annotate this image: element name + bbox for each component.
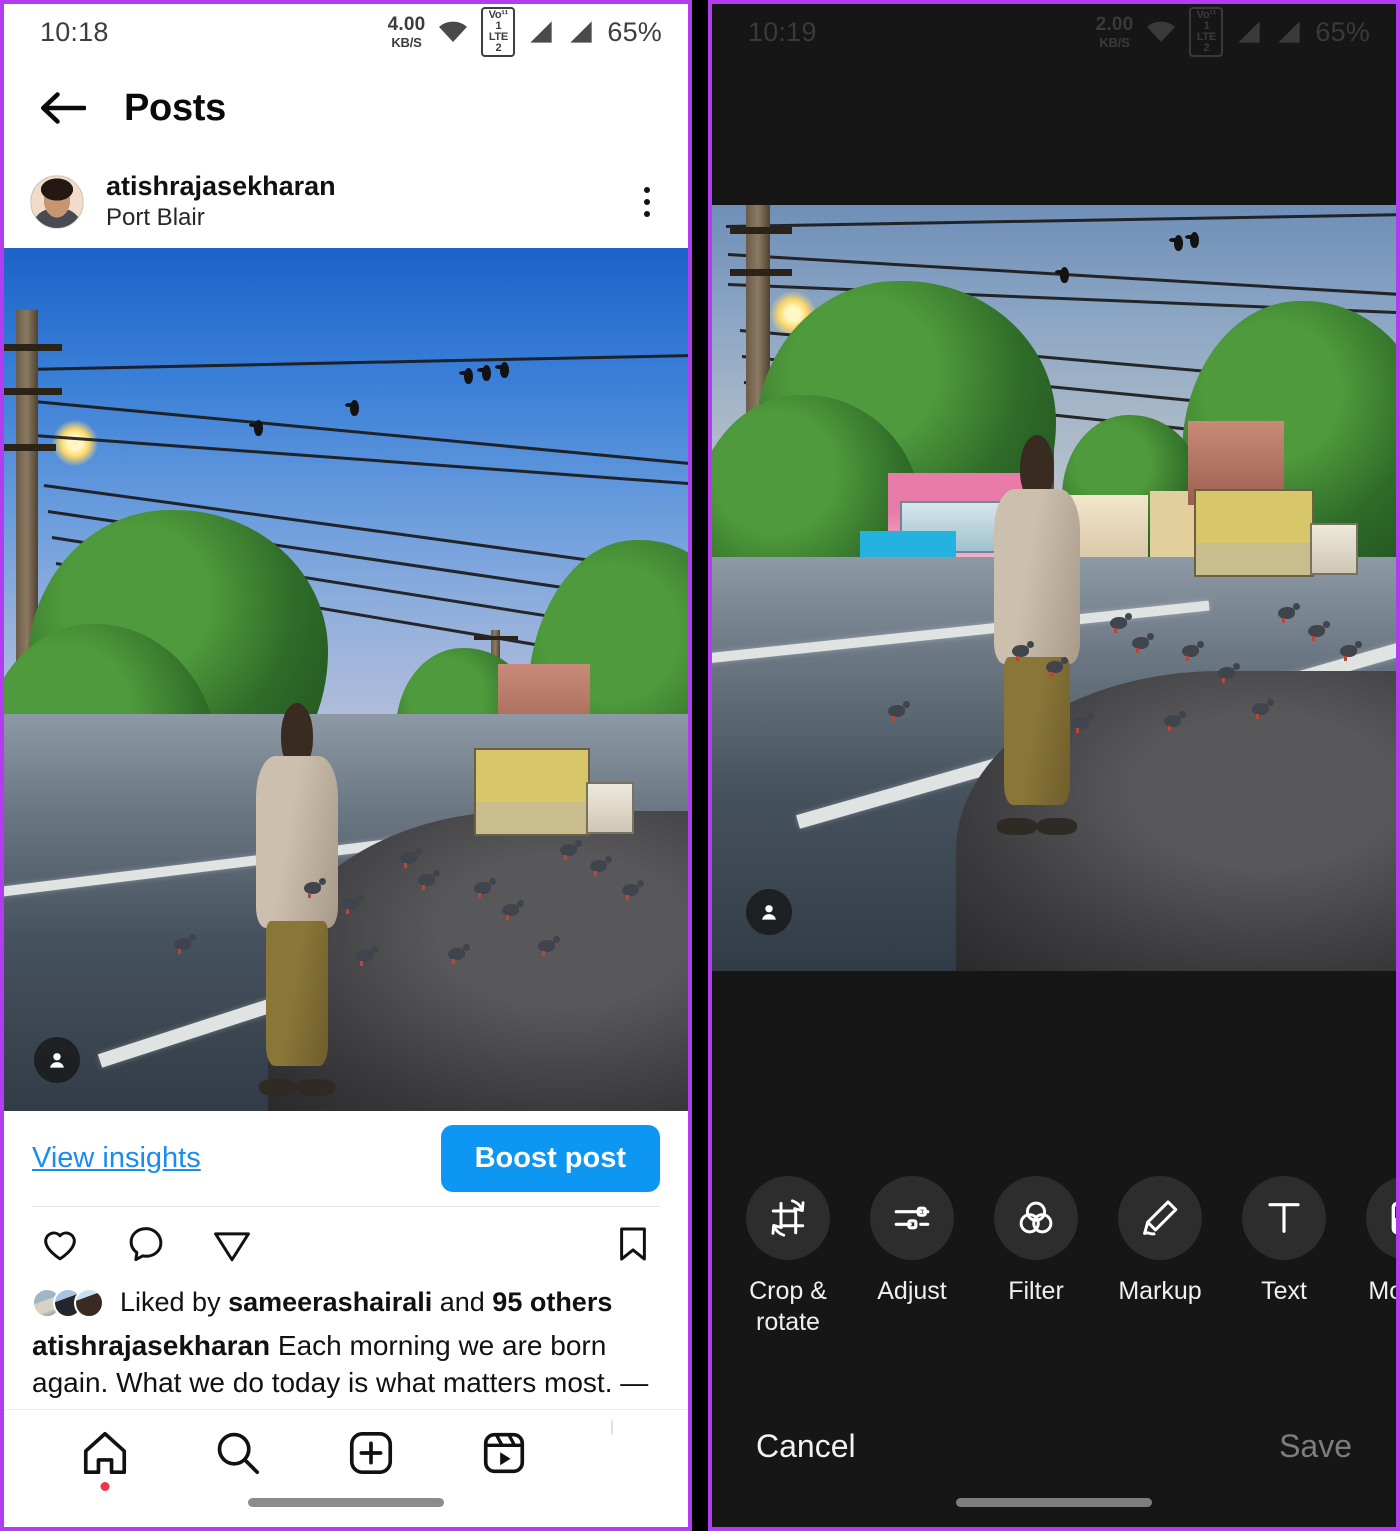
home-notification-dot [100, 1482, 110, 1491]
reels-icon [484, 1432, 525, 1474]
page-title: Posts [124, 86, 226, 129]
tool-label: Adjust [877, 1277, 947, 1305]
status-time: 10:19 [748, 16, 817, 47]
gesture-bar [248, 1498, 444, 1507]
tool-crop-rotate[interactable]: Crop & rotate [746, 1176, 830, 1337]
status-bar-right: 10:19 2.00 KB/S Vo¹¹ 1 LTE 2 65% [712, 4, 1396, 60]
signal-bars-icon [530, 21, 553, 43]
post-username[interactable]: atishrajasekharan [106, 171, 630, 203]
volte-icon: Vo¹¹ 1 LTE 2 [1189, 6, 1224, 58]
photo-editor-screen: 10:19 2.00 KB/S Vo¹¹ 1 LTE 2 65% Crop & … [708, 0, 1400, 1531]
tool-adjust[interactable]: Adjust [870, 1176, 954, 1307]
post-photo[interactable] [4, 248, 688, 1111]
insights-row: View insights Boost post [4, 1111, 688, 1206]
nav-home[interactable] [79, 1428, 131, 1491]
editor-photo[interactable] [712, 205, 1396, 971]
liker-avatar-3 [74, 1287, 104, 1318]
mosaic-squares-icon [1366, 1176, 1396, 1260]
editor-tool-row: Crop & rotate Adjust Filter Markup Text … [712, 1176, 1396, 1337]
liked-by-row[interactable]: Liked by sameerashairali and 95 others [4, 1281, 688, 1318]
post-actions [4, 1207, 688, 1281]
caption-username[interactable]: atishrajasekharan [32, 1330, 270, 1361]
post-author-meta: atishrajasekharan Port Blair [106, 171, 630, 234]
nav-search[interactable] [212, 1428, 264, 1478]
liker-avatars [32, 1287, 104, 1318]
liked-prefix: Liked by [120, 1287, 229, 1317]
gesture-bar [956, 1498, 1152, 1507]
boost-post-button[interactable]: Boost post [440, 1125, 660, 1192]
tool-label: Markup [1118, 1277, 1202, 1305]
tool-filter[interactable]: Filter [994, 1176, 1078, 1307]
liked-middle: and [432, 1287, 493, 1317]
signal-bars-icon [1278, 21, 1301, 43]
nav-reels[interactable] [478, 1428, 530, 1478]
nav-create[interactable] [345, 1428, 397, 1478]
person-tag-icon[interactable] [34, 1037, 80, 1083]
share-paper-plane-icon[interactable] [206, 1219, 258, 1269]
post-location[interactable]: Port Blair [106, 203, 630, 233]
status-bar-left: 10:18 4.00 KB/S Vo¹¹ 1 LTE 2 65% [4, 4, 688, 60]
instagram-post-screen: 10:18 4.00 KB/S Vo¹¹ 1 LTE 2 65% Posts a… [0, 0, 692, 1531]
status-icons: 2.00 KB/S Vo¹¹ 1 LTE 2 65% [1095, 6, 1370, 58]
crop-rotate-icon [746, 1176, 830, 1260]
filter-circles-icon [994, 1176, 1078, 1260]
cancel-button[interactable]: Cancel [756, 1428, 856, 1465]
kebab-menu-icon[interactable] [630, 177, 664, 227]
editor-footer: Cancel Save [712, 1428, 1396, 1465]
data-rate-indicator: 4.00 KB/S [387, 14, 426, 50]
home-icon [83, 1431, 126, 1475]
battery-percent: 65% [1315, 16, 1370, 47]
tool-mosaic[interactable]: Mosaic [1366, 1176, 1396, 1307]
status-time: 10:18 [40, 16, 109, 47]
tool-text[interactable]: Text [1242, 1176, 1326, 1307]
liked-by-text: Liked by sameerashairali and 95 others [120, 1287, 612, 1318]
tool-label: Filter [1008, 1277, 1064, 1305]
status-icons: 4.00 KB/S Vo¹¹ 1 LTE 2 65% [387, 6, 662, 58]
tool-label: Crop & rotate [749, 1277, 827, 1336]
person-tag-icon[interactable] [746, 889, 792, 935]
liked-first-user[interactable]: sameerashairali [228, 1287, 432, 1317]
tool-label: Mosaic [1368, 1277, 1396, 1305]
data-rate-indicator: 2.00 KB/S [1095, 14, 1134, 50]
bottom-nav [4, 1409, 688, 1527]
text-t-icon [1242, 1176, 1326, 1260]
pencil-markup-icon [1118, 1176, 1202, 1260]
wifi-icon [439, 21, 468, 42]
screenshot-stage: 10:18 4.00 KB/S Vo¹¹ 1 LTE 2 65% Posts a… [0, 0, 1400, 1531]
avatar[interactable] [30, 175, 84, 229]
signal-bars-icon [1238, 21, 1261, 43]
volte-icon: Vo¹¹ 1 LTE 2 [481, 6, 516, 58]
editor-top-spacer [712, 60, 1396, 205]
battery-percent: 65% [607, 16, 662, 47]
view-insights-link[interactable]: View insights [32, 1142, 201, 1175]
tool-label: Text [1261, 1277, 1307, 1305]
heart-icon[interactable] [34, 1219, 86, 1269]
app-bar: Posts [4, 60, 688, 156]
wifi-icon [1147, 21, 1176, 42]
signal-bars-icon [570, 21, 593, 43]
back-arrow-icon[interactable] [34, 86, 90, 130]
liked-others[interactable]: 95 others [492, 1287, 612, 1317]
profile-avatar-icon [611, 1419, 614, 1436]
post-header: atishrajasekharan Port Blair [4, 156, 688, 248]
plus-square-icon [349, 1431, 393, 1475]
sliders-icon [870, 1176, 954, 1260]
search-icon [217, 1432, 259, 1475]
save-button[interactable]: Save [1279, 1428, 1352, 1465]
comment-bubble-icon[interactable] [120, 1219, 172, 1269]
tool-markup[interactable]: Markup [1118, 1176, 1202, 1307]
bookmark-icon[interactable] [608, 1219, 658, 1269]
